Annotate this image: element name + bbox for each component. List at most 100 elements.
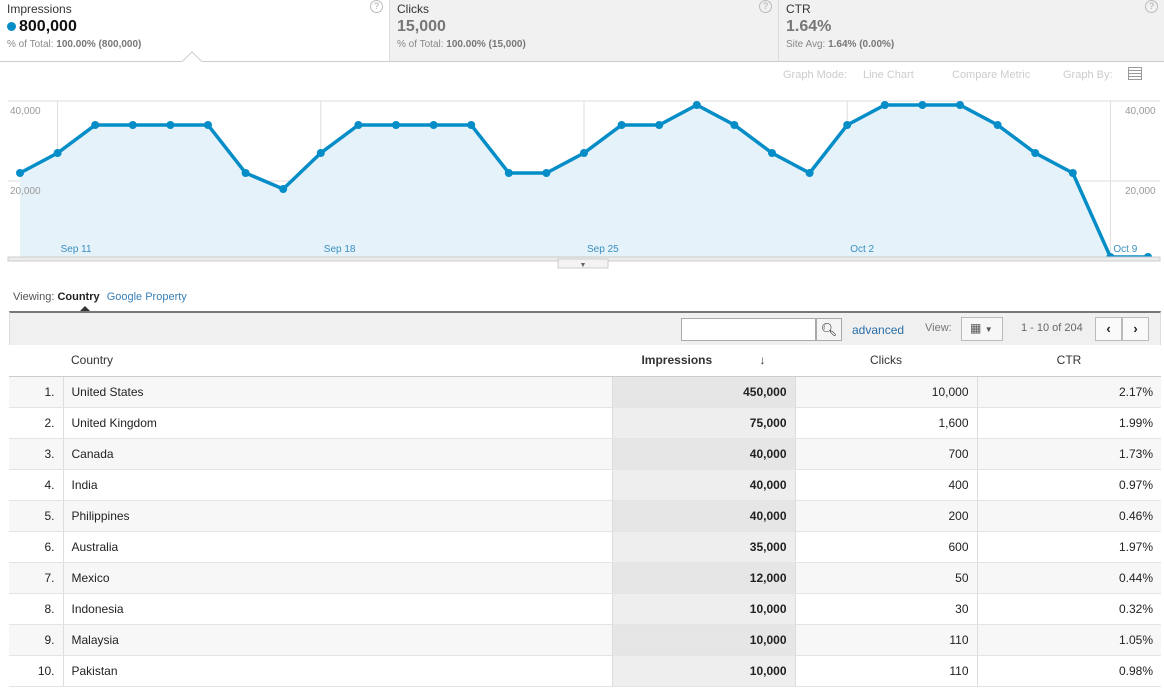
clicks-cell: 50 <box>794 562 977 594</box>
metric-tab-clicks[interactable]: Clicks 15,000 % of Total: 100.00% (15,00… <box>389 0 778 61</box>
column-header-country[interactable]: Country <box>63 345 612 377</box>
table-header-row: Country Impressions ↓ Clicks CTR <box>9 345 1161 377</box>
viewing-label: Viewing: <box>13 291 55 303</box>
help-icon[interactable]: ? <box>759 0 772 13</box>
metric-sub-value: 100.00% (15,000) <box>446 39 526 50</box>
impressions-cell: 12,000 <box>611 562 795 594</box>
data-point <box>1031 149 1040 157</box>
table-row: 1. United States 450,000 10,000 2.17% <box>9 376 1161 408</box>
metric-tab-impressions[interactable]: Impressions 800,000 % of Total: 100.00% … <box>0 0 389 61</box>
data-point <box>843 121 852 129</box>
impressions-cell: 75,000 <box>611 407 795 439</box>
advanced-link[interactable]: advanced <box>852 323 904 337</box>
column-header-ctr[interactable]: CTR <box>977 345 1161 377</box>
column-header-impressions[interactable]: Impressions ↓ <box>612 345 795 377</box>
data-point <box>128 121 137 129</box>
chevron-down-icon: ▼ <box>580 262 587 269</box>
data-point <box>580 149 588 157</box>
y-tick-label-right: 40,000 <box>1125 106 1156 117</box>
data-point <box>918 101 927 109</box>
clicks-cell: 30 <box>794 593 977 625</box>
row-number: 1. <box>9 376 64 408</box>
table-row: 3. Canada 40,000 700 1.73% <box>9 438 1161 470</box>
x-tick-label: Sep 11 <box>61 244 92 255</box>
clicks-cell: 1,600 <box>794 407 977 439</box>
clicks-cell: 600 <box>794 531 977 563</box>
row-number: 3. <box>9 438 64 470</box>
impressions-cell: 10,000 <box>611 593 795 625</box>
country-cell[interactable]: United Kingdom <box>63 407 612 439</box>
ctr-cell: 1.05% <box>976 624 1161 656</box>
view-label: View: <box>925 322 952 334</box>
row-number: 9. <box>9 624 64 656</box>
clicks-cell: 110 <box>794 624 977 656</box>
compare-metric-button[interactable]: Compare Metric <box>952 69 1030 81</box>
graph-mode-label: Graph Mode: <box>783 69 848 81</box>
metric-sub-label: Site Avg: <box>786 39 826 50</box>
data-point <box>655 121 664 129</box>
country-cell[interactable]: Australia <box>63 531 612 563</box>
next-page-button[interactable]: › <box>1122 317 1149 341</box>
graph-by-icon[interactable] <box>1128 67 1142 80</box>
row-number: 5. <box>9 500 64 532</box>
ctr-cell: 0.32% <box>976 593 1161 625</box>
x-tick-label: Oct 2 <box>850 244 874 255</box>
data-point <box>504 169 513 177</box>
country-cell[interactable]: United States <box>63 376 612 408</box>
metric-label: Impressions <box>7 2 72 16</box>
prev-page-button[interactable]: ‹ <box>1095 317 1122 341</box>
country-cell[interactable]: Pakistan <box>63 655 612 687</box>
y-tick-label-left: 40,000 <box>10 106 41 117</box>
metric-tabs: Impressions 800,000 % of Total: 100.00% … <box>0 0 1164 62</box>
clicks-cell: 700 <box>794 438 977 470</box>
view-select[interactable]: ▦ ▼ <box>961 317 1003 341</box>
country-cell[interactable]: Philippines <box>63 500 612 532</box>
help-icon[interactable]: ? <box>370 0 383 13</box>
metric-tab-ctr[interactable]: CTR 1.64% Site Avg: 1.64% (0.00%) ? <box>778 0 1164 61</box>
ctr-cell: 0.46% <box>976 500 1161 532</box>
impressions-cell: 450,000 <box>611 376 795 408</box>
country-cell[interactable]: Mexico <box>63 562 612 594</box>
data-point <box>429 121 438 129</box>
table-row: 5. Philippines 40,000 200 0.46% <box>9 500 1161 532</box>
search-icon[interactable]: 🔍︎ <box>816 318 842 341</box>
dimension-google-property[interactable]: Google Property <box>107 291 187 303</box>
help-icon[interactable]: ? <box>1145 0 1158 13</box>
graph-mode-select[interactable]: Line Chart <box>863 69 914 81</box>
data-point <box>956 101 964 109</box>
row-number: 6. <box>9 531 64 563</box>
metric-sub-label: % of Total: <box>397 39 444 50</box>
data-point <box>805 169 814 177</box>
data-point <box>241 169 250 177</box>
table-row: 7. Mexico 12,000 50 0.44% <box>9 562 1161 594</box>
data-point <box>16 169 24 177</box>
data-point <box>166 121 175 129</box>
table-row: 4. India 40,000 400 0.97% <box>9 469 1161 501</box>
x-tick-label: Sep 18 <box>324 244 356 255</box>
data-point <box>204 121 212 129</box>
sort-arrow-icon: ↓ <box>759 353 766 368</box>
data-point <box>354 121 363 129</box>
data-point <box>53 149 62 157</box>
country-cell[interactable]: India <box>63 469 612 501</box>
viewing-bar: Viewing: Country Google Property <box>13 291 187 303</box>
data-point <box>316 149 325 157</box>
metric-sub-value: 100.00% (800,000) <box>56 39 142 50</box>
ctr-cell: 1.97% <box>976 531 1161 563</box>
ctr-cell: 0.44% <box>976 562 1161 594</box>
table-row: 6. Australia 35,000 600 1.97% <box>9 531 1161 563</box>
search-input[interactable] <box>681 318 816 341</box>
data-point <box>692 101 701 109</box>
country-cell[interactable]: Indonesia <box>63 593 612 625</box>
table-row: 8. Indonesia 10,000 30 0.32% <box>9 593 1161 625</box>
pagination-text: 1 - 10 of 204 <box>1021 322 1083 334</box>
dimension-country[interactable]: Country <box>57 291 99 303</box>
clicks-cell: 110 <box>794 655 977 687</box>
column-header-clicks[interactable]: Clicks <box>795 345 977 377</box>
data-point <box>730 121 739 129</box>
country-cell[interactable]: Canada <box>63 438 612 470</box>
country-cell[interactable]: Malaysia <box>63 624 612 656</box>
row-number: 7. <box>9 562 64 594</box>
y-tick-label-left: 20,000 <box>10 186 41 197</box>
ctr-cell: 0.97% <box>976 469 1161 501</box>
